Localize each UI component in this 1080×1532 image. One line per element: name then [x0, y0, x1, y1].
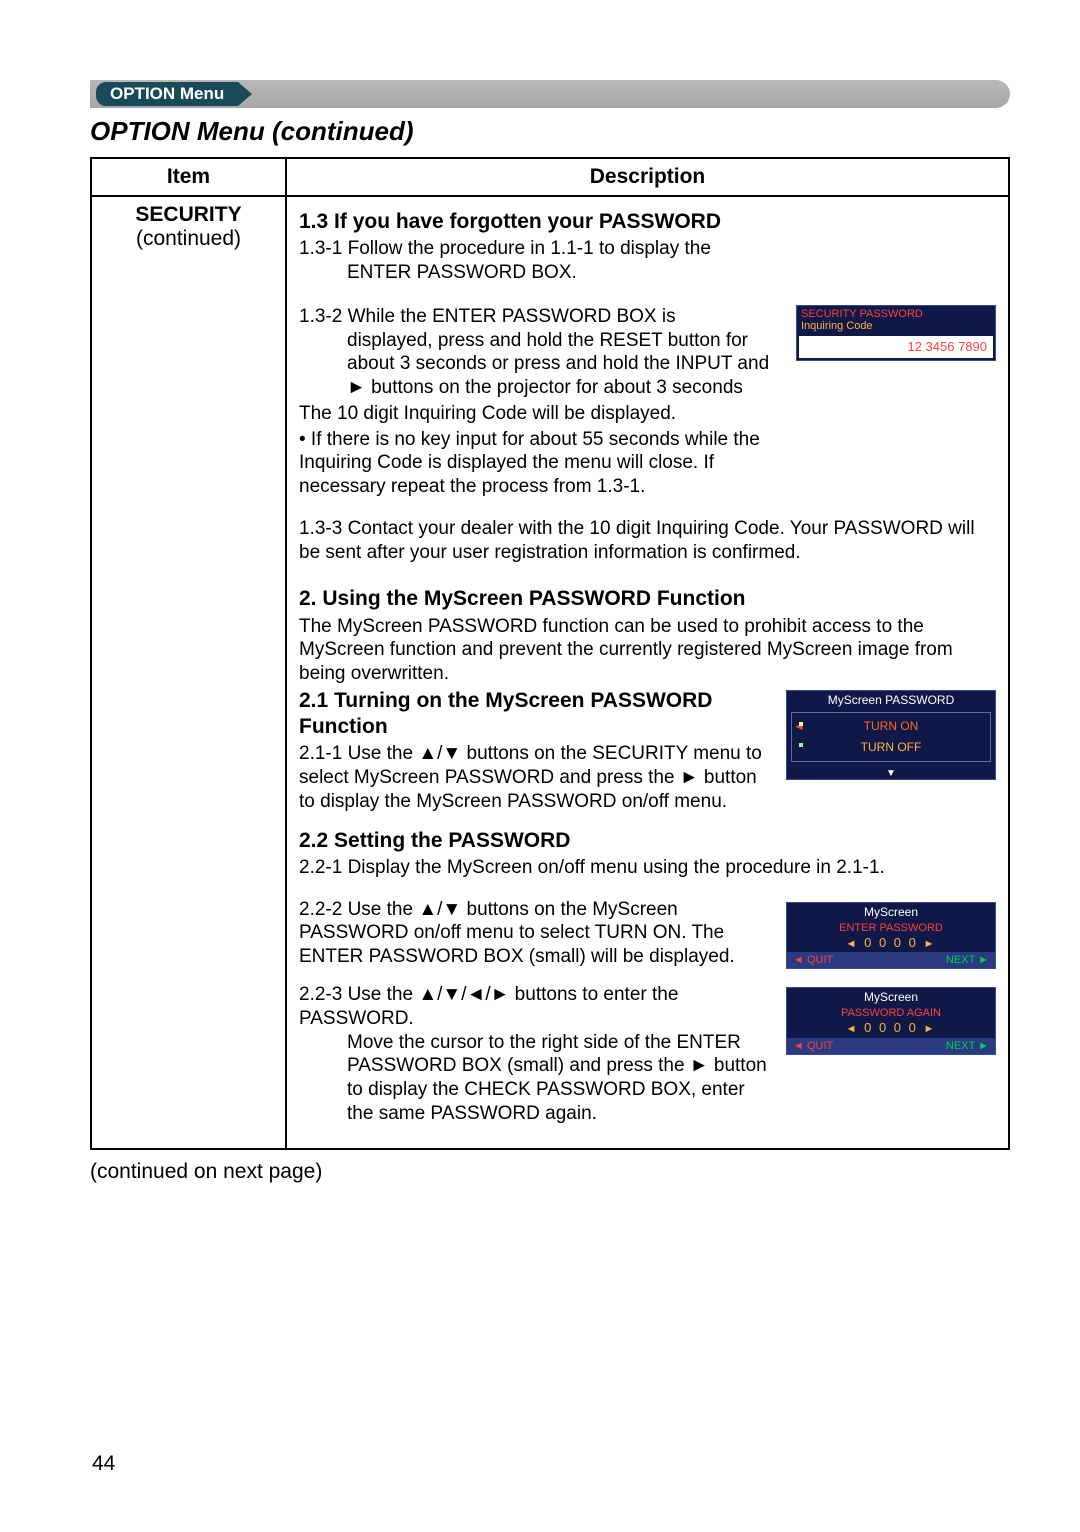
p-1-3-3: 1.3-3 Contact your dealer with the 10 di… [299, 517, 996, 565]
osd3b-quit: QUIT [807, 1040, 833, 1052]
osd2-title: MyScreen PASSWORD [787, 691, 995, 710]
section-tab: OPTION Menu [96, 82, 238, 106]
osd1-code: 12 3456 7890 [799, 336, 993, 358]
item-cell: SECURITY (continued) [91, 196, 286, 1149]
heading-1-3: 1.3 If you have forgotten your PASSWORD [299, 209, 996, 235]
col-header-desc: Description [286, 158, 1009, 196]
p223: 2.2-3 Use the ▲/▼/◄/► buttons to enter t… [299, 984, 678, 1029]
osd3b-title: MyScreen [787, 988, 995, 1007]
p-2-2-1: 2.2-1 Display the MyScreen on/off menu u… [299, 856, 996, 880]
p-1-3-2a: 1.3-2 While the ENTER PASSWORD BOX is di… [299, 305, 786, 400]
continued-note: (continued on next page) [90, 1160, 1010, 1184]
h21b: Function [299, 715, 388, 738]
description-cell: 1.3 If you have forgotten your PASSWORD … [286, 196, 1009, 1149]
osd3b-sub: PASSWORD AGAIN [787, 1007, 995, 1019]
osd2-option-turn-off: TURN OFF [800, 738, 982, 757]
p133: 1.3-3 Contact your dealer with the 10 di… [299, 518, 975, 563]
osd2-opt2-label: TURN OFF [805, 741, 977, 754]
p-1-3-2d: • If there is no key input for about 55 … [299, 428, 786, 499]
osd3b-next: NEXT [946, 1040, 975, 1052]
osd3a-quit: QUIT [807, 954, 833, 966]
item-sub: (continued) [98, 227, 279, 251]
p221: 2.2-1 Display the MyScreen on/off menu u… [299, 857, 885, 878]
p223b: Move the cursor to the right side of the… [299, 1031, 776, 1126]
p132b: displayed, press and hold the RESET butt… [299, 329, 786, 400]
option-table: Item Description SECURITY (continued) 1.… [90, 157, 1010, 1150]
p211: 2.1-1 Use the ▲/▼ buttons on the SECURIT… [299, 743, 762, 812]
osd3a-sub: ENTER PASSWORD [787, 922, 995, 934]
section-tab-bar: OPTION Menu [90, 80, 1010, 108]
p-2-1-1: 2.1-1 Use the ▲/▼ buttons on the SECURIT… [299, 742, 776, 813]
p-2: The MyScreen PASSWORD function can be us… [299, 615, 996, 686]
p222: 2.2-2 Use the ▲/▼ buttons on the MyScree… [299, 899, 735, 968]
osd2-option-turn-on: ◄ TURN ON [800, 717, 982, 736]
section-title: OPTION Menu (continued) [90, 116, 1010, 147]
item-name: SECURITY [98, 203, 279, 227]
osd-password-again: MyScreen PASSWORD AGAIN ◄ 0 0 0 0 ► ◄ QU… [786, 987, 996, 1055]
p-1-3-1a: 1.3-1 Follow the procedure in 1.1-1 to d… [299, 238, 711, 259]
p-1-3-1b: ENTER PASSWORD BOX. [299, 261, 996, 285]
osd1-title: SECURITY PASSWORD [797, 306, 995, 320]
osd3a-digits: 0 0 0 0 [864, 935, 918, 950]
p-2-2-2: 2.2-2 Use the ▲/▼ buttons on the MyScree… [299, 898, 776, 969]
osd1-sub: Inquiring Code [797, 320, 995, 334]
heading-2-1: 2.1 Turning on the MyScreen PASSWORD Fun… [299, 688, 776, 741]
osd3b-digits: 0 0 0 0 [864, 1020, 918, 1035]
p132a: 1.3-2 While the ENTER PASSWORD BOX is [299, 306, 676, 327]
osd-myscreen-password-menu: MyScreen PASSWORD ◄ TURN ON TURN OFF ▼ [786, 690, 996, 781]
col-header-item: Item [91, 158, 286, 196]
osd-inquiring-code: SECURITY PASSWORD Inquiring Code 12 3456… [796, 305, 996, 361]
h21a: 2.1 Turning on the MyScreen PASSWORD [299, 689, 712, 712]
heading-2-2: 2.2 Setting the PASSWORD [299, 828, 996, 854]
p-2-2-3: 2.2-3 Use the ▲/▼/◄/► buttons to enter t… [299, 983, 776, 1126]
p-1-3-2c: The 10 digit Inquiring Code will be disp… [299, 402, 786, 426]
osd2-opt1-label: TURN ON [805, 720, 977, 733]
osd-enter-password: MyScreen ENTER PASSWORD ◄ 0 0 0 0 ► ◄ QU… [786, 902, 996, 970]
p-1-3-1: 1.3-1 Follow the procedure in 1.1-1 to d… [299, 237, 996, 285]
heading-2: 2. Using the MyScreen PASSWORD Function [299, 586, 996, 612]
osd3a-title: MyScreen [787, 903, 995, 922]
osd3a-next: NEXT [946, 954, 975, 966]
page-number: 44 [92, 1452, 115, 1476]
